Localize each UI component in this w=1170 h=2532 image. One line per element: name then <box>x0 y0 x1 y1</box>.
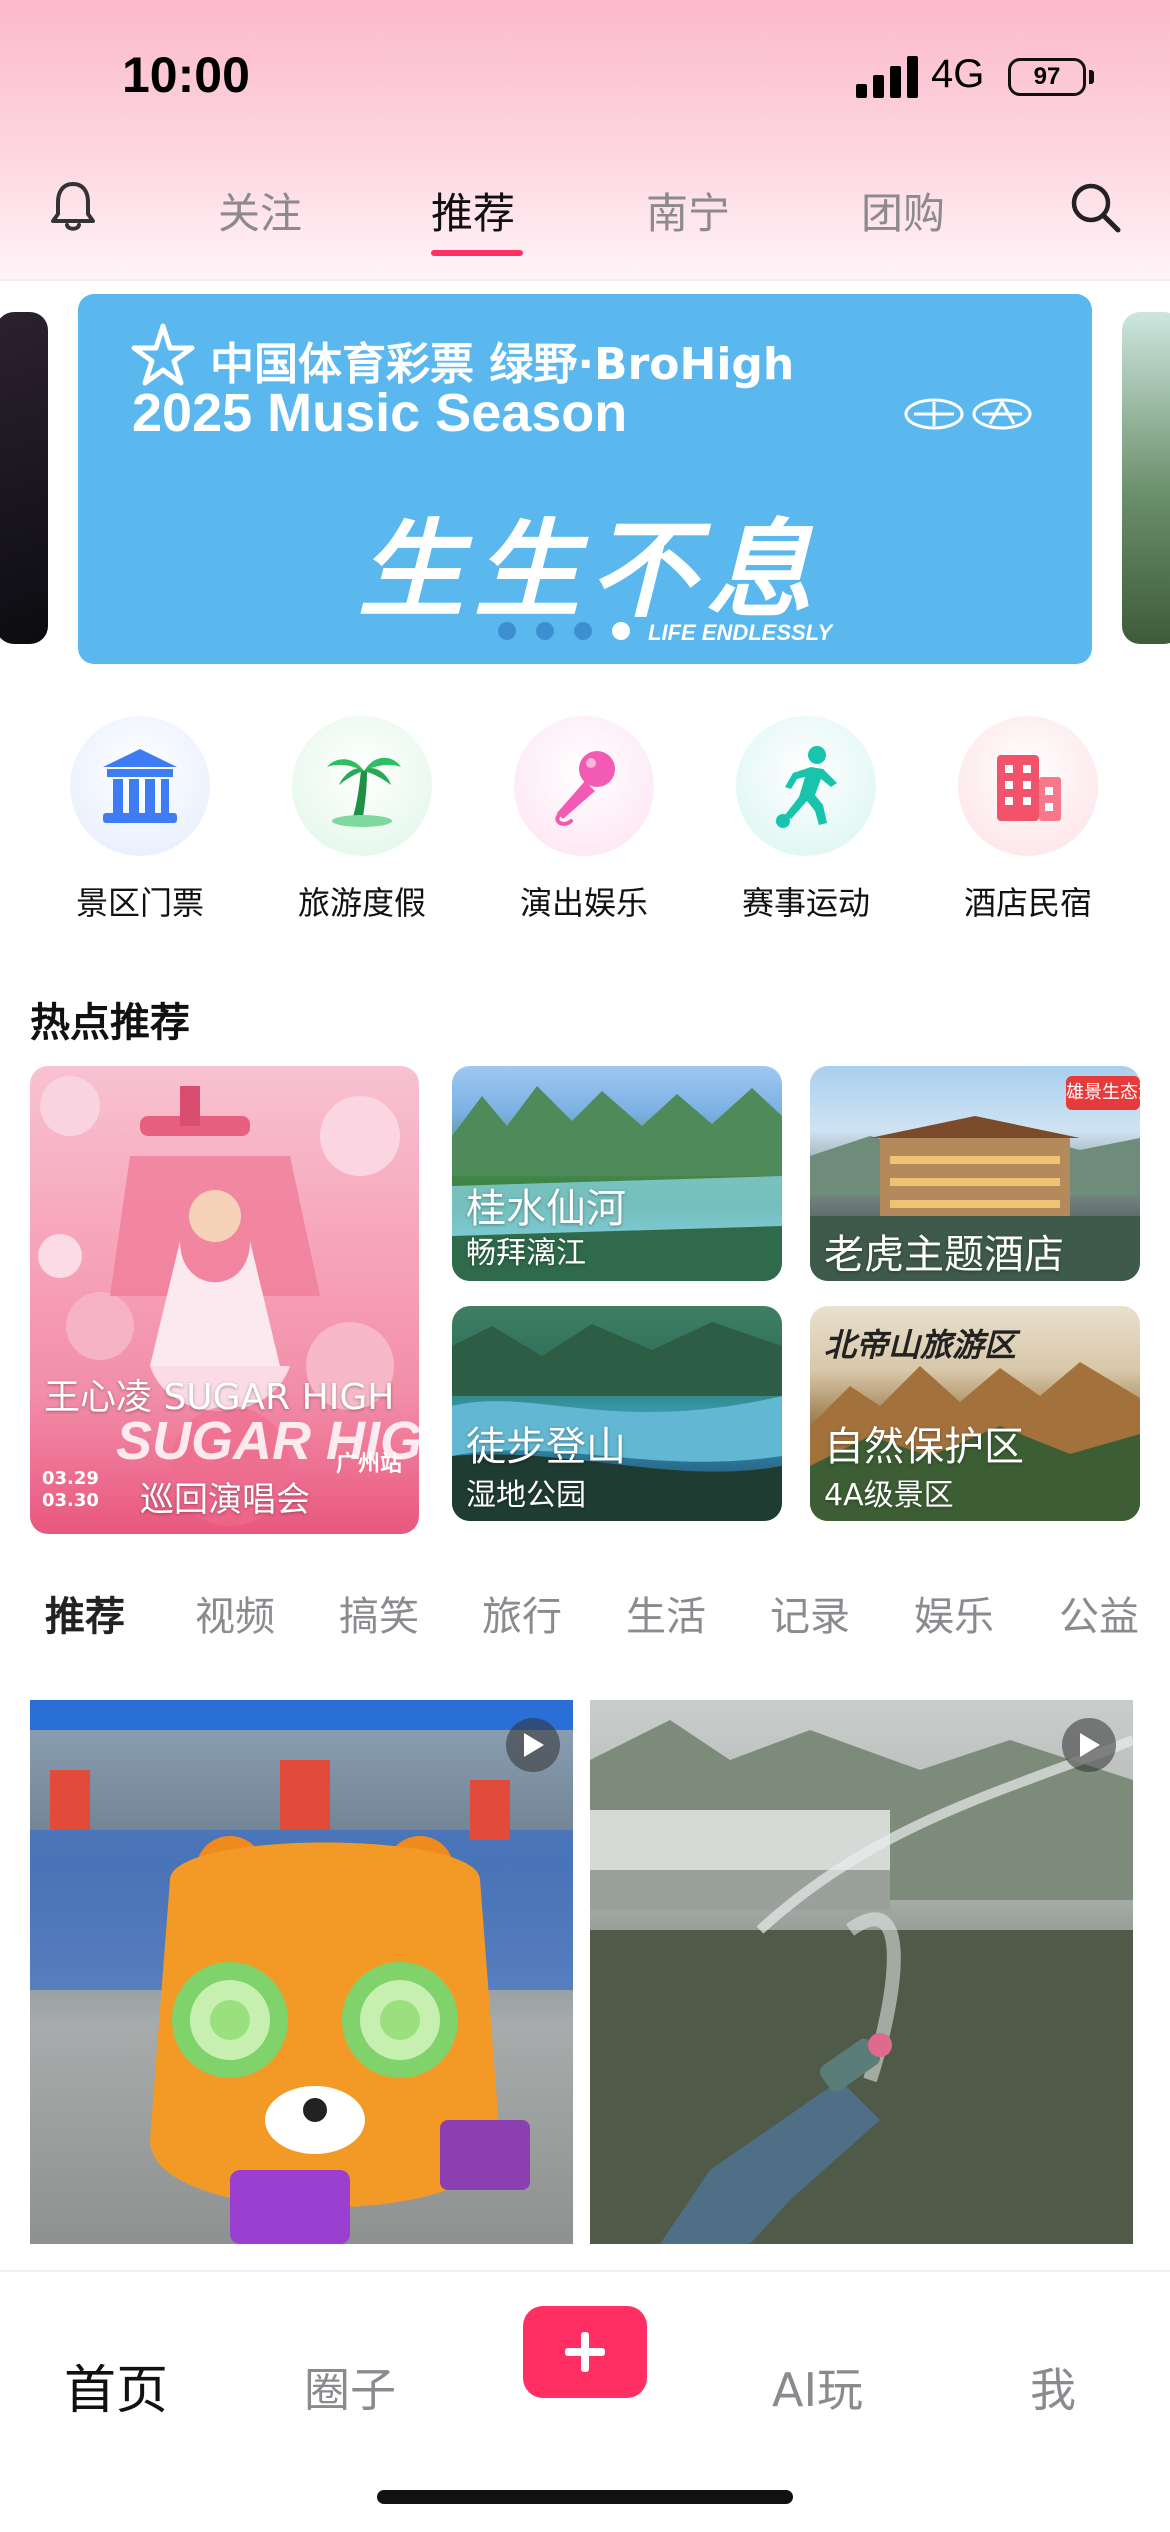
hot-card-title: 老虎主题酒店 <box>824 1232 1064 1278</box>
runner-icon <box>776 746 837 828</box>
banner-headline: 生生不息 <box>358 509 822 632</box>
carousel-dot <box>574 622 592 640</box>
banner-line-2: 2025 Music Season <box>132 383 628 443</box>
play-icon[interactable] <box>506 1718 560 1772</box>
cellular-signal-icon <box>856 56 918 98</box>
hot-card-hiking[interactable]: 徒步登山 湿地公园 <box>452 1306 782 1521</box>
battery-icon: 97 <box>1008 58 1086 96</box>
section-title-hot: 热点推荐 <box>30 1000 190 1046</box>
home-indicator <box>377 2490 793 2504</box>
create-post-button[interactable] <box>523 2306 647 2398</box>
hot-card-subtitle: 4A级景区 <box>824 1478 954 1513</box>
category-label: 演出娱乐 <box>519 884 648 922</box>
bottom-tab-me[interactable]: 我 <box>1030 2354 1076 2420</box>
palm-tree-icon <box>327 757 401 827</box>
hot-card-subtitle: 湿地公园 <box>466 1478 586 1513</box>
feed-video-card[interactable] <box>30 1700 573 2244</box>
banner-subline: LIFE ENDLESSLY <box>648 620 833 645</box>
battery-tip <box>1089 70 1094 84</box>
category-icon-circle <box>514 716 654 856</box>
category-icon-circle <box>736 716 876 856</box>
content-tab-video[interactable]: 视频 <box>195 1584 275 1642</box>
promo-banner[interactable]: 中国体育彩票 绿野·BroHigh 2025 Music Season 生生不息… <box>78 294 1092 664</box>
carousel-dots <box>498 622 650 642</box>
hot-card-title: 徒步登山 <box>466 1424 626 1470</box>
content-tab-record[interactable]: 记录 <box>770 1584 850 1642</box>
category-label: 酒店民宿 <box>963 884 1092 922</box>
network-type: 4G <box>931 52 985 96</box>
hot-card-title: 桂水仙河 <box>466 1186 626 1232</box>
hot-card-nature-reserve[interactable]: 北帝山旅游区 自然保护区 4A级景区 <box>810 1306 1140 1521</box>
hot-card-river[interactable]: 桂水仙河 畅拜漓江 <box>452 1066 782 1281</box>
hot-card-subtitle: 畅拜漓江 <box>466 1236 586 1271</box>
temple-icon <box>103 749 177 823</box>
banner-next-peek[interactable] <box>1122 312 1170 644</box>
bottom-tab-circle[interactable]: 圈子 <box>304 2354 396 2420</box>
content-tab-recommend[interactable]: 推荐 <box>45 1584 125 1642</box>
content-tab-entertainment[interactable]: 娱乐 <box>914 1584 994 1642</box>
featured-title: 王心凌 SUGAR HIGH <box>44 1377 395 1418</box>
reserve-logo-text: 北帝山旅游区 <box>824 1326 1017 1364</box>
content-tab-life[interactable]: 生活 <box>626 1584 706 1642</box>
featured-dates: 03.29 03.30 <box>42 1468 99 1511</box>
feed-video-card[interactable] <box>590 1700 1133 2244</box>
category-icon-circle <box>958 716 1098 856</box>
banner-prev-peek[interactable] <box>0 312 48 644</box>
category-icon-circle <box>292 716 432 856</box>
category-label: 赛事运动 <box>741 884 870 922</box>
brand-emblem-icon <box>904 398 1032 430</box>
microphone-icon <box>555 751 615 826</box>
carousel-dot <box>498 622 516 640</box>
tab-group-buy[interactable]: 团购 <box>861 180 945 241</box>
status-bar: 10:00 4G 97 <box>0 0 1170 150</box>
status-time: 10:00 <box>122 47 250 103</box>
featured-concert-card[interactable]: SUGAR HIGH 王心凌 SUGAR HIGH 巡回演唱会 03.29 03… <box>30 1066 419 1534</box>
tab-nanning[interactable]: 南宁 <box>646 180 730 241</box>
hotel-badge: 雄景生态酒 <box>1066 1076 1140 1110</box>
bottom-tab-home[interactable]: 首页 <box>64 2348 168 2423</box>
tab-recommend[interactable]: 推荐 <box>431 180 515 241</box>
category-icon-circle <box>70 716 210 856</box>
lottery-logo-icon <box>131 323 195 386</box>
category-label: 景区门票 <box>75 884 204 922</box>
category-label: 旅游度假 <box>297 884 426 922</box>
play-icon[interactable] <box>1062 1718 1116 1772</box>
water-gun-thumbnail <box>590 1720 1133 2244</box>
carousel-dot <box>536 622 554 640</box>
tab-follow[interactable]: 关注 <box>218 180 302 241</box>
category-grid: 景区门票 旅游度假 演出娱乐 赛事运动 酒店民宿 <box>0 716 1170 936</box>
content-tab-funny[interactable]: 搞笑 <box>339 1584 419 1642</box>
plus-icon <box>565 2332 605 2372</box>
hot-card-title: 自然保护区 <box>824 1424 1024 1470</box>
content-tab-bar: 推荐 视频 搞笑 旅行 生活 记录 娱乐 公益 <box>0 1584 1170 1654</box>
search-icon[interactable] <box>1068 180 1122 234</box>
bottom-tab-ai-play[interactable]: AI玩 <box>772 2354 863 2420</box>
carousel-dot-active <box>612 622 630 640</box>
top-tab-bar: 关注 推荐 南宁 团购 <box>0 170 1170 280</box>
content-tab-charity[interactable]: 公益 <box>1059 1584 1139 1642</box>
content-tab-travel[interactable]: 旅行 <box>482 1584 562 1642</box>
active-tab-indicator <box>431 250 523 256</box>
hotel-icon <box>997 755 1061 821</box>
header-divider <box>0 279 1170 281</box>
featured-city: 广州站 <box>336 1452 403 1477</box>
featured-subtitle: 巡回演唱会 <box>140 1480 310 1520</box>
tiger-toy-thumbnail <box>30 1700 573 2244</box>
